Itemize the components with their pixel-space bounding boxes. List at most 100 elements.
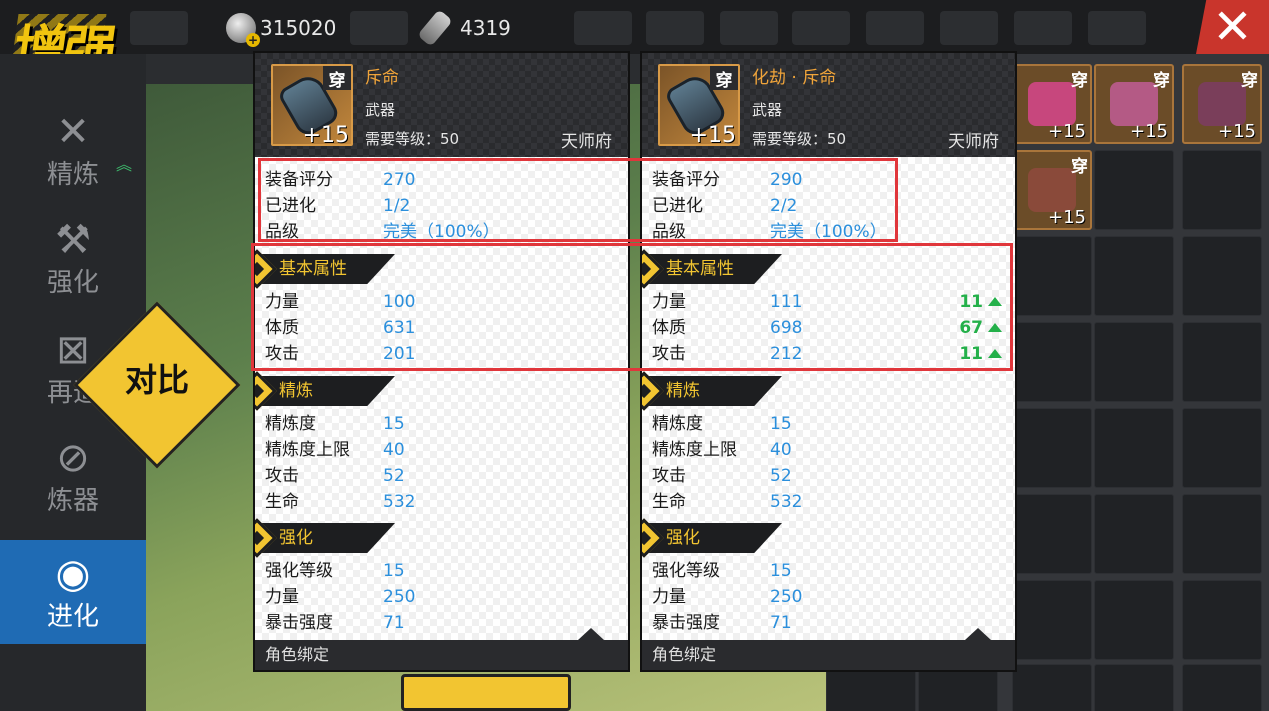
inventory-slot[interactable] <box>1182 664 1262 711</box>
inventory-slot[interactable] <box>1182 150 1262 230</box>
coin-counter[interactable]: 315020 <box>226 10 336 47</box>
refiner-icon: ⊘ <box>56 434 90 481</box>
stat-row: 装备评分 270 <box>265 167 615 193</box>
stat-value: 250 <box>770 587 803 607</box>
stat-label: 装备评分 <box>265 170 333 190</box>
stat-label: 暴击强度 <box>652 613 720 633</box>
stat-value: 15 <box>770 414 792 434</box>
inventory-slot[interactable] <box>1094 236 1174 316</box>
item-faction: 天师府 <box>561 132 612 152</box>
inventory-slot[interactable] <box>1182 322 1262 402</box>
inventory-slot[interactable] <box>1094 408 1174 488</box>
inventory-slot[interactable] <box>918 664 998 711</box>
stat-label: 力量 <box>265 587 299 607</box>
close-button[interactable]: ✕ <box>1196 0 1269 54</box>
item-name: 化劫 · 斥命 <box>752 68 837 88</box>
stat-value: 15 <box>383 561 405 581</box>
wrench-icon: ✕ <box>56 108 90 155</box>
inventory-slot[interactable] <box>1012 236 1092 316</box>
stat-value: 250 <box>383 587 416 607</box>
evolve-shirt-icon: ◉ <box>55 550 91 597</box>
stat-label: 装备评分 <box>652 170 720 190</box>
sidebar-item-refine[interactable]: ✕ 精炼 <box>0 98 146 202</box>
stat-increase: 67 <box>959 315 1002 341</box>
inventory-slot[interactable] <box>1012 322 1092 402</box>
stat-row: 装备评分 290 <box>652 167 1002 193</box>
inventory-item[interactable]: 穿 +15 <box>1182 64 1262 144</box>
close-icon: ✕ <box>1212 0 1253 55</box>
necklace-icon <box>1028 168 1076 212</box>
item-icon-frame: 穿 +15 <box>271 64 353 148</box>
item-name: 斥命 <box>365 68 399 88</box>
inventory-slot[interactable] <box>1094 322 1174 402</box>
stat-row: 力量 250 <box>265 584 615 610</box>
inventory-item[interactable]: 穿 +15 <box>1012 150 1092 230</box>
sidebar-item-evolve[interactable]: ◉ 进化 <box>0 540 146 644</box>
item-type: 武器 <box>365 101 396 119</box>
inventory-slot[interactable] <box>1094 664 1174 711</box>
inventory-slot[interactable] <box>1012 408 1092 488</box>
stat-label: 体质 <box>265 318 299 338</box>
stat-value: 52 <box>770 466 792 486</box>
coin-add-icon[interactable] <box>226 13 260 47</box>
item-level: +15 <box>1048 121 1086 142</box>
stat-value: 201 <box>383 344 416 364</box>
inventory-slot[interactable] <box>1182 408 1262 488</box>
topbar-slot <box>940 11 998 45</box>
inventory-slot[interactable] <box>1182 580 1262 660</box>
stat-row: 已进化 2/2 <box>652 193 1002 219</box>
stat-value: 270 <box>383 170 416 190</box>
wear-tag: 穿 <box>1071 71 1088 91</box>
inventory-item[interactable]: 穿 +15 <box>1012 64 1092 144</box>
top-bar: 315020 4319 ✕ <box>0 0 1269 54</box>
topbar-slot <box>1088 11 1146 45</box>
stat-label: 体质 <box>652 318 686 338</box>
sidebar-item-enhance[interactable]: ⚒ 强化 <box>0 206 146 310</box>
item-icon-frame: 穿 +15 <box>658 64 740 148</box>
stat-row: 精炼度上限 40 <box>652 437 1002 463</box>
inventory-slot[interactable] <box>1012 664 1092 711</box>
stat-value: 1/2 <box>383 196 411 216</box>
gem-counter: 4319 <box>417 9 511 47</box>
sidebar-item-label: 炼器 <box>46 485 99 516</box>
topbar-slot <box>646 11 704 45</box>
stat-label: 精炼度 <box>652 414 703 434</box>
inventory-slot[interactable] <box>1182 236 1262 316</box>
stat-value: 532 <box>770 492 803 512</box>
stat-value: 完美（100%） <box>770 222 887 242</box>
stat-increase: 11 <box>959 341 1002 367</box>
stat-value: 631 <box>383 318 416 338</box>
stat-increase: 11 <box>959 289 1002 315</box>
stat-value: 71 <box>770 613 792 633</box>
gem-amount: 4319 <box>460 16 511 40</box>
stat-value: 2/2 <box>770 196 798 216</box>
stat-row: 生命 532 <box>265 489 615 515</box>
stat-value: 52 <box>383 466 405 486</box>
inventory-slot[interactable] <box>1094 580 1174 660</box>
bind-status: 角色绑定 <box>255 640 628 670</box>
stat-value: 212 <box>770 344 803 364</box>
wear-tag: 穿 <box>710 66 738 91</box>
potion-bottle-icon <box>417 9 453 47</box>
item-requirement: 需要等级：50 <box>365 130 460 148</box>
stat-label: 力量 <box>652 587 686 607</box>
inventory-slot[interactable] <box>1094 150 1174 230</box>
wear-tag: 穿 <box>1241 71 1258 91</box>
inventory-slot[interactable] <box>1094 494 1174 574</box>
stat-row: 精炼度上限 40 <box>265 437 615 463</box>
stat-row: 品级 完美（100%） <box>652 219 1002 245</box>
inventory-slot[interactable] <box>826 664 916 711</box>
stat-label: 生命 <box>265 492 299 512</box>
stat-label: 强化等级 <box>652 561 720 581</box>
sidebar-item-refiner[interactable]: ⊘ 炼器 <box>0 424 146 528</box>
inventory-slot[interactable] <box>1012 494 1092 574</box>
inventory-slot[interactable] <box>1182 494 1262 574</box>
topbar-slot <box>866 11 924 45</box>
inventory-slot[interactable] <box>1012 580 1092 660</box>
evolved-item-card: 穿 +15 化劫 · 斥命 武器 需要等级：50 天师府 装备评分 290 已进… <box>642 53 1015 670</box>
stat-row: 生命 532 <box>652 489 1002 515</box>
stat-row: 力量 100 <box>265 289 615 315</box>
inventory-item[interactable]: 穿 +15 <box>1094 64 1174 144</box>
stat-label: 生命 <box>652 492 686 512</box>
stat-label: 精炼度 <box>265 414 316 434</box>
